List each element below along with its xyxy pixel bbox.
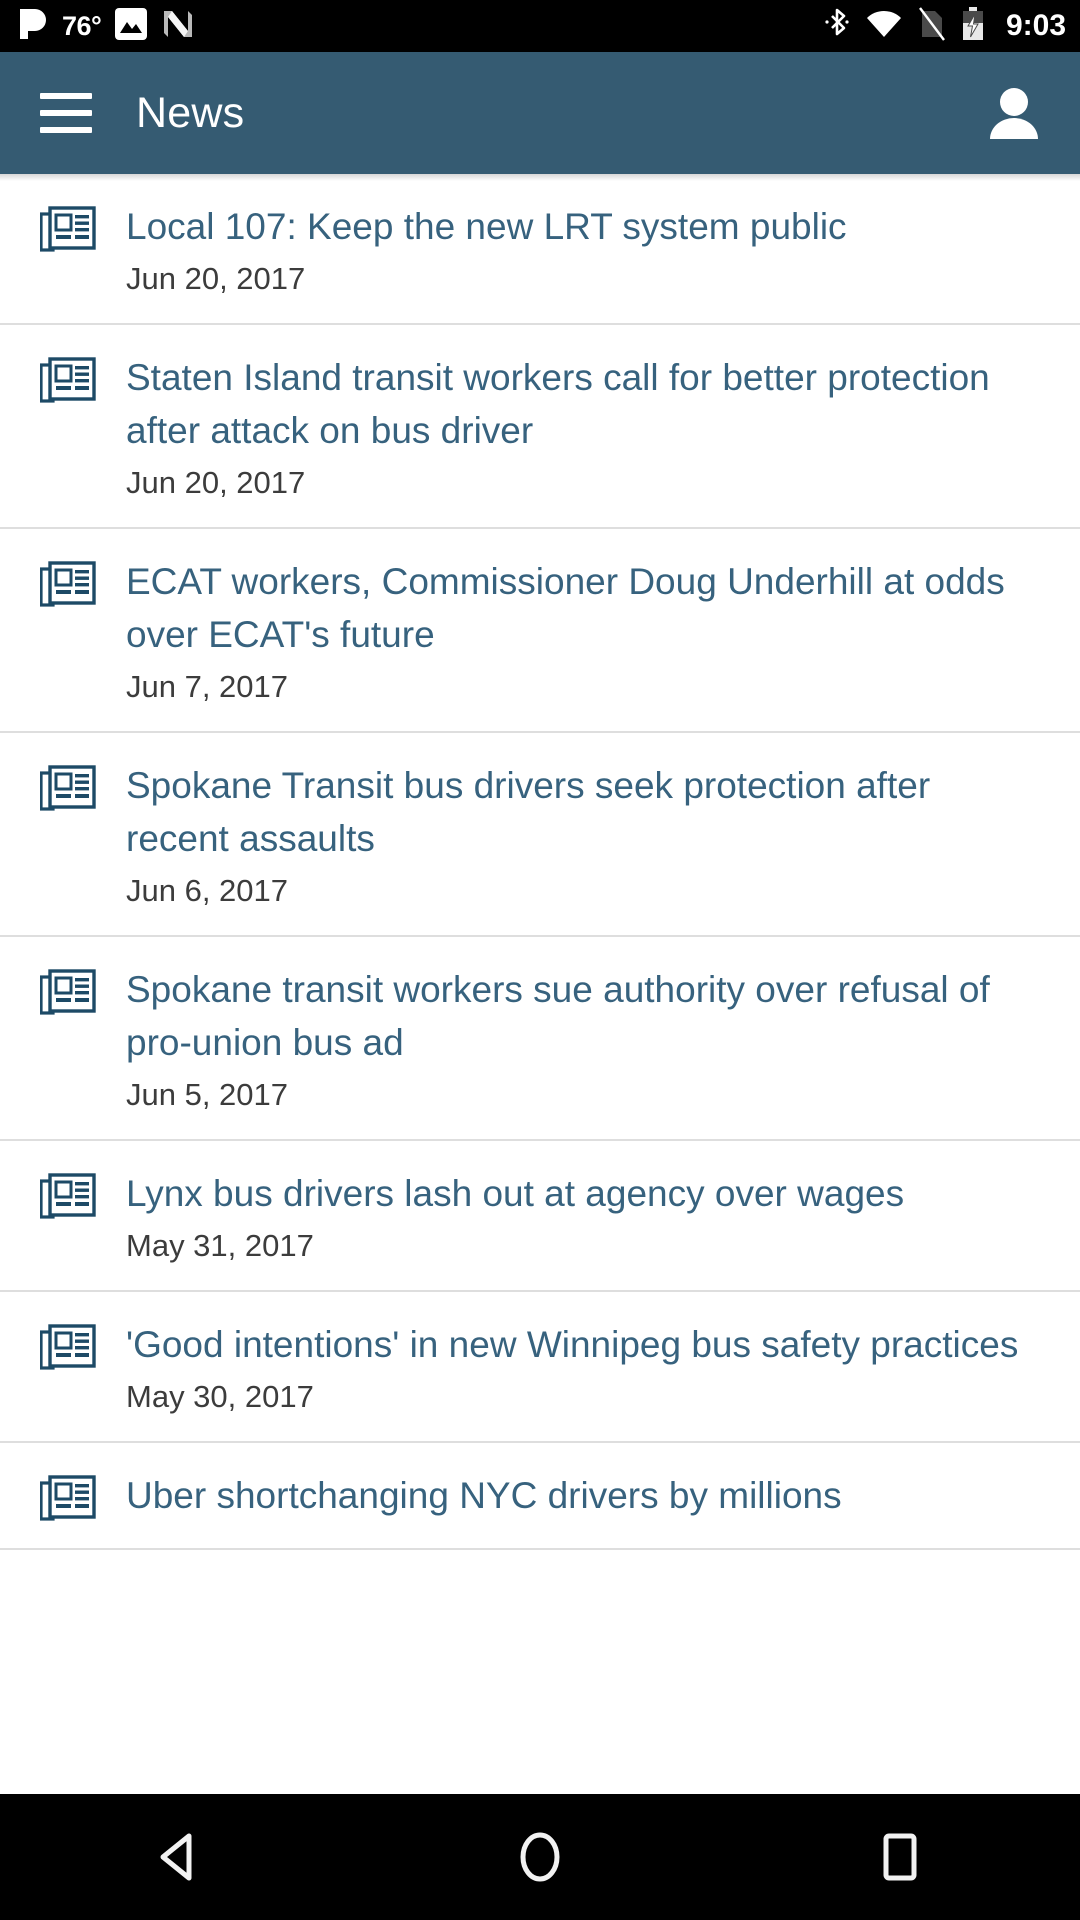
news-list-item[interactable]: Spokane transit workers sue authority ov… [0, 937, 1080, 1141]
news-list-item[interactable]: Lynx bus drivers lash out at agency over… [0, 1141, 1080, 1292]
hamburger-line [40, 110, 92, 116]
newspaper-icon [39, 1318, 102, 1375]
news-item-date: Jun 5, 2017 [126, 1077, 289, 1112]
news-item-title: Spokane Transit bus drivers seek protect… [126, 765, 931, 859]
news-item-title: Lynx bus drivers lash out at agency over… [126, 1173, 905, 1214]
hamburger-line [40, 93, 92, 99]
clock-label: 9:03 [1005, 9, 1066, 42]
home-circle-icon[interactable] [465, 1794, 615, 1920]
status-bar-right: 9:03 [824, 6, 1066, 46]
news-item-body: ECAT workers, Commissioner Doug Underhil… [102, 555, 1050, 709]
account-person-icon[interactable] [978, 77, 1050, 149]
newspaper-icon [39, 1167, 102, 1224]
news-item-title: ECAT workers, Commissioner Doug Underhil… [126, 561, 1005, 655]
news-list-item[interactable]: 'Good intentions' in new Winnipeg bus sa… [0, 1292, 1080, 1443]
news-list[interactable]: Local 107: Keep the new LRT system publi… [0, 174, 1080, 1920]
news-item-body: Lynx bus drivers lash out at agency over… [102, 1167, 1050, 1268]
news-list-item[interactable]: Uber shortchanging NYC drivers by millio… [0, 1443, 1080, 1550]
newspaper-icon [39, 963, 102, 1020]
android-navigation-bar [0, 1794, 1080, 1920]
pandora-icon [18, 7, 48, 46]
news-list-item[interactable]: Spokane Transit bus drivers seek protect… [0, 733, 1080, 937]
recents-square-icon[interactable] [825, 1794, 975, 1920]
page-title: News [136, 88, 245, 137]
news-item-title: Local 107: Keep the new LRT system publi… [126, 206, 847, 247]
no-sim-icon [918, 6, 946, 46]
news-item-title: Spokane transit workers sue authority ov… [126, 969, 990, 1063]
news-list-item[interactable]: Staten Island transit workers call for b… [0, 325, 1080, 529]
nvidia-n-icon [161, 7, 195, 46]
phone-screen: 76° 9:03 News Local 107: Keep the new LR… [0, 0, 1080, 1920]
newspaper-icon [39, 200, 102, 257]
news-item-date: Jun 7, 2017 [126, 669, 289, 704]
app-bar: News [0, 52, 1080, 174]
news-item-date: Jun 20, 2017 [126, 261, 306, 296]
status-bar-left: 76° [18, 7, 195, 46]
news-item-date: May 31, 2017 [126, 1228, 314, 1263]
newspaper-icon [39, 351, 102, 408]
bluetooth-icon [824, 7, 850, 46]
news-item-body: Spokane Transit bus drivers seek protect… [102, 759, 1050, 913]
news-item-body: Local 107: Keep the new LRT system publi… [102, 200, 1050, 301]
wifi-icon [865, 9, 903, 44]
news-list-item[interactable]: Local 107: Keep the new LRT system publi… [0, 174, 1080, 325]
news-item-title: Staten Island transit workers call for b… [126, 357, 990, 451]
news-item-body: 'Good intentions' in new Winnipeg bus sa… [102, 1318, 1050, 1419]
hamburger-line [40, 127, 92, 133]
temperature-label: 76° [62, 10, 102, 41]
news-item-body: Spokane transit workers sue authority ov… [102, 963, 1050, 1117]
news-item-date: Jun 20, 2017 [126, 465, 306, 500]
news-item-date: Jun 6, 2017 [126, 873, 289, 908]
hamburger-menu-icon[interactable] [40, 93, 92, 133]
newspaper-icon [39, 1469, 102, 1526]
image-icon [115, 7, 148, 45]
back-triangle-icon[interactable] [105, 1794, 255, 1920]
newspaper-icon [39, 759, 102, 816]
news-item-body: Staten Island transit workers call for b… [102, 351, 1050, 505]
news-list-item[interactable]: ECAT workers, Commissioner Doug Underhil… [0, 529, 1080, 733]
news-item-title: 'Good intentions' in new Winnipeg bus sa… [126, 1324, 1019, 1365]
status-bar: 76° 9:03 [0, 0, 1080, 52]
battery-charging-icon [961, 6, 985, 46]
news-item-body: Uber shortchanging NYC drivers by millio… [102, 1469, 1050, 1522]
news-item-title: Uber shortchanging NYC drivers by millio… [126, 1475, 842, 1516]
newspaper-icon [39, 555, 102, 612]
news-item-date: May 30, 2017 [126, 1379, 314, 1414]
